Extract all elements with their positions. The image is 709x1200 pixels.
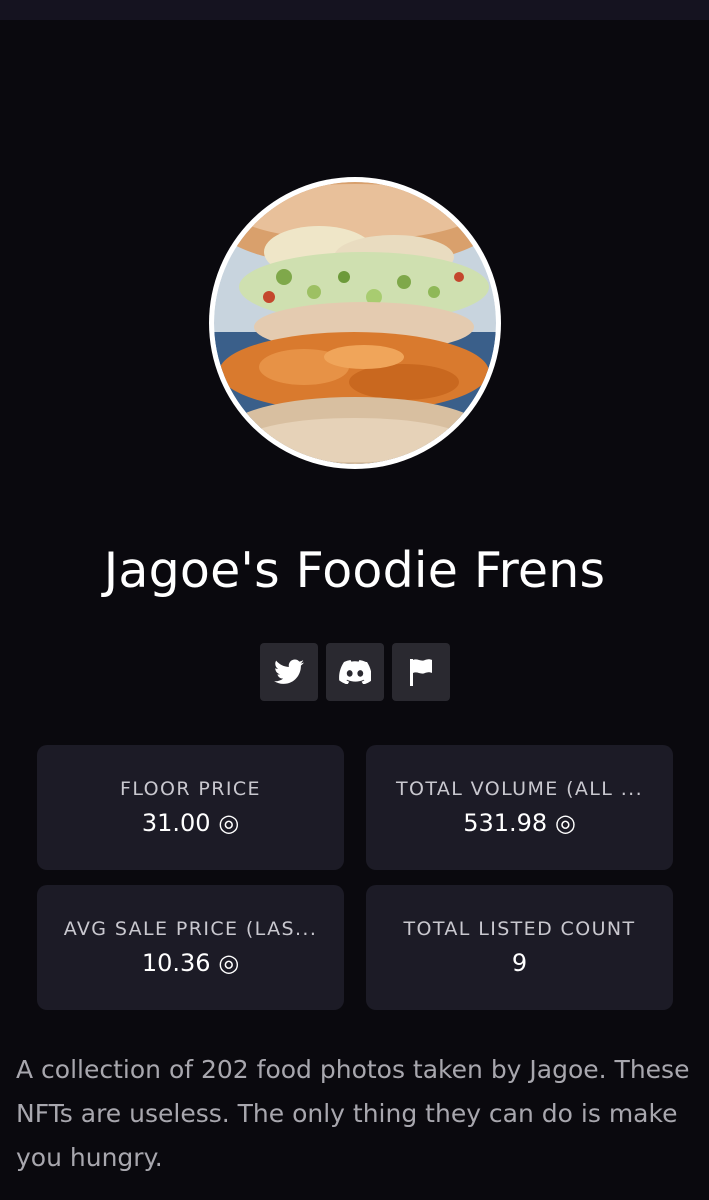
- sandwich-photo: [214, 182, 496, 464]
- stat-card-avg-sale-price: AVG SALE PRICE (LAS... 10.36 ◎: [37, 885, 344, 1010]
- stat-value: 9: [511, 949, 528, 977]
- stat-label: AVG SALE PRICE (LAS...: [63, 918, 318, 940]
- top-bar: [0, 0, 709, 20]
- collection-avatar: [209, 177, 501, 469]
- stat-value: 531.98 ◎: [463, 809, 576, 837]
- twitter-icon: [274, 659, 304, 684]
- stat-value: 10.36 ◎: [141, 949, 240, 977]
- stat-card-total-listed-count: TOTAL LISTED COUNT 9: [366, 885, 673, 1010]
- social-links: [260, 643, 450, 701]
- flag-icon: [410, 659, 432, 686]
- discord-button[interactable]: [326, 643, 384, 701]
- stat-card-total-volume: TOTAL VOLUME (ALL ... 531.98 ◎: [366, 745, 673, 870]
- collection-description: A collection of 202 food photos taken by…: [16, 1055, 690, 1172]
- stat-card-floor-price: FLOOR PRICE 31.00 ◎: [37, 745, 344, 870]
- report-flag-button[interactable]: [392, 643, 450, 701]
- stat-label: FLOOR PRICE: [120, 778, 261, 800]
- stat-value: 31.00 ◎: [141, 809, 240, 837]
- discord-icon: [339, 660, 371, 684]
- stat-label: TOTAL LISTED COUNT: [403, 918, 636, 940]
- stat-label: TOTAL VOLUME (ALL ...: [395, 778, 644, 800]
- collection-title: Jagoe's Foodie Frens: [103, 542, 606, 599]
- twitter-button[interactable]: [260, 643, 318, 701]
